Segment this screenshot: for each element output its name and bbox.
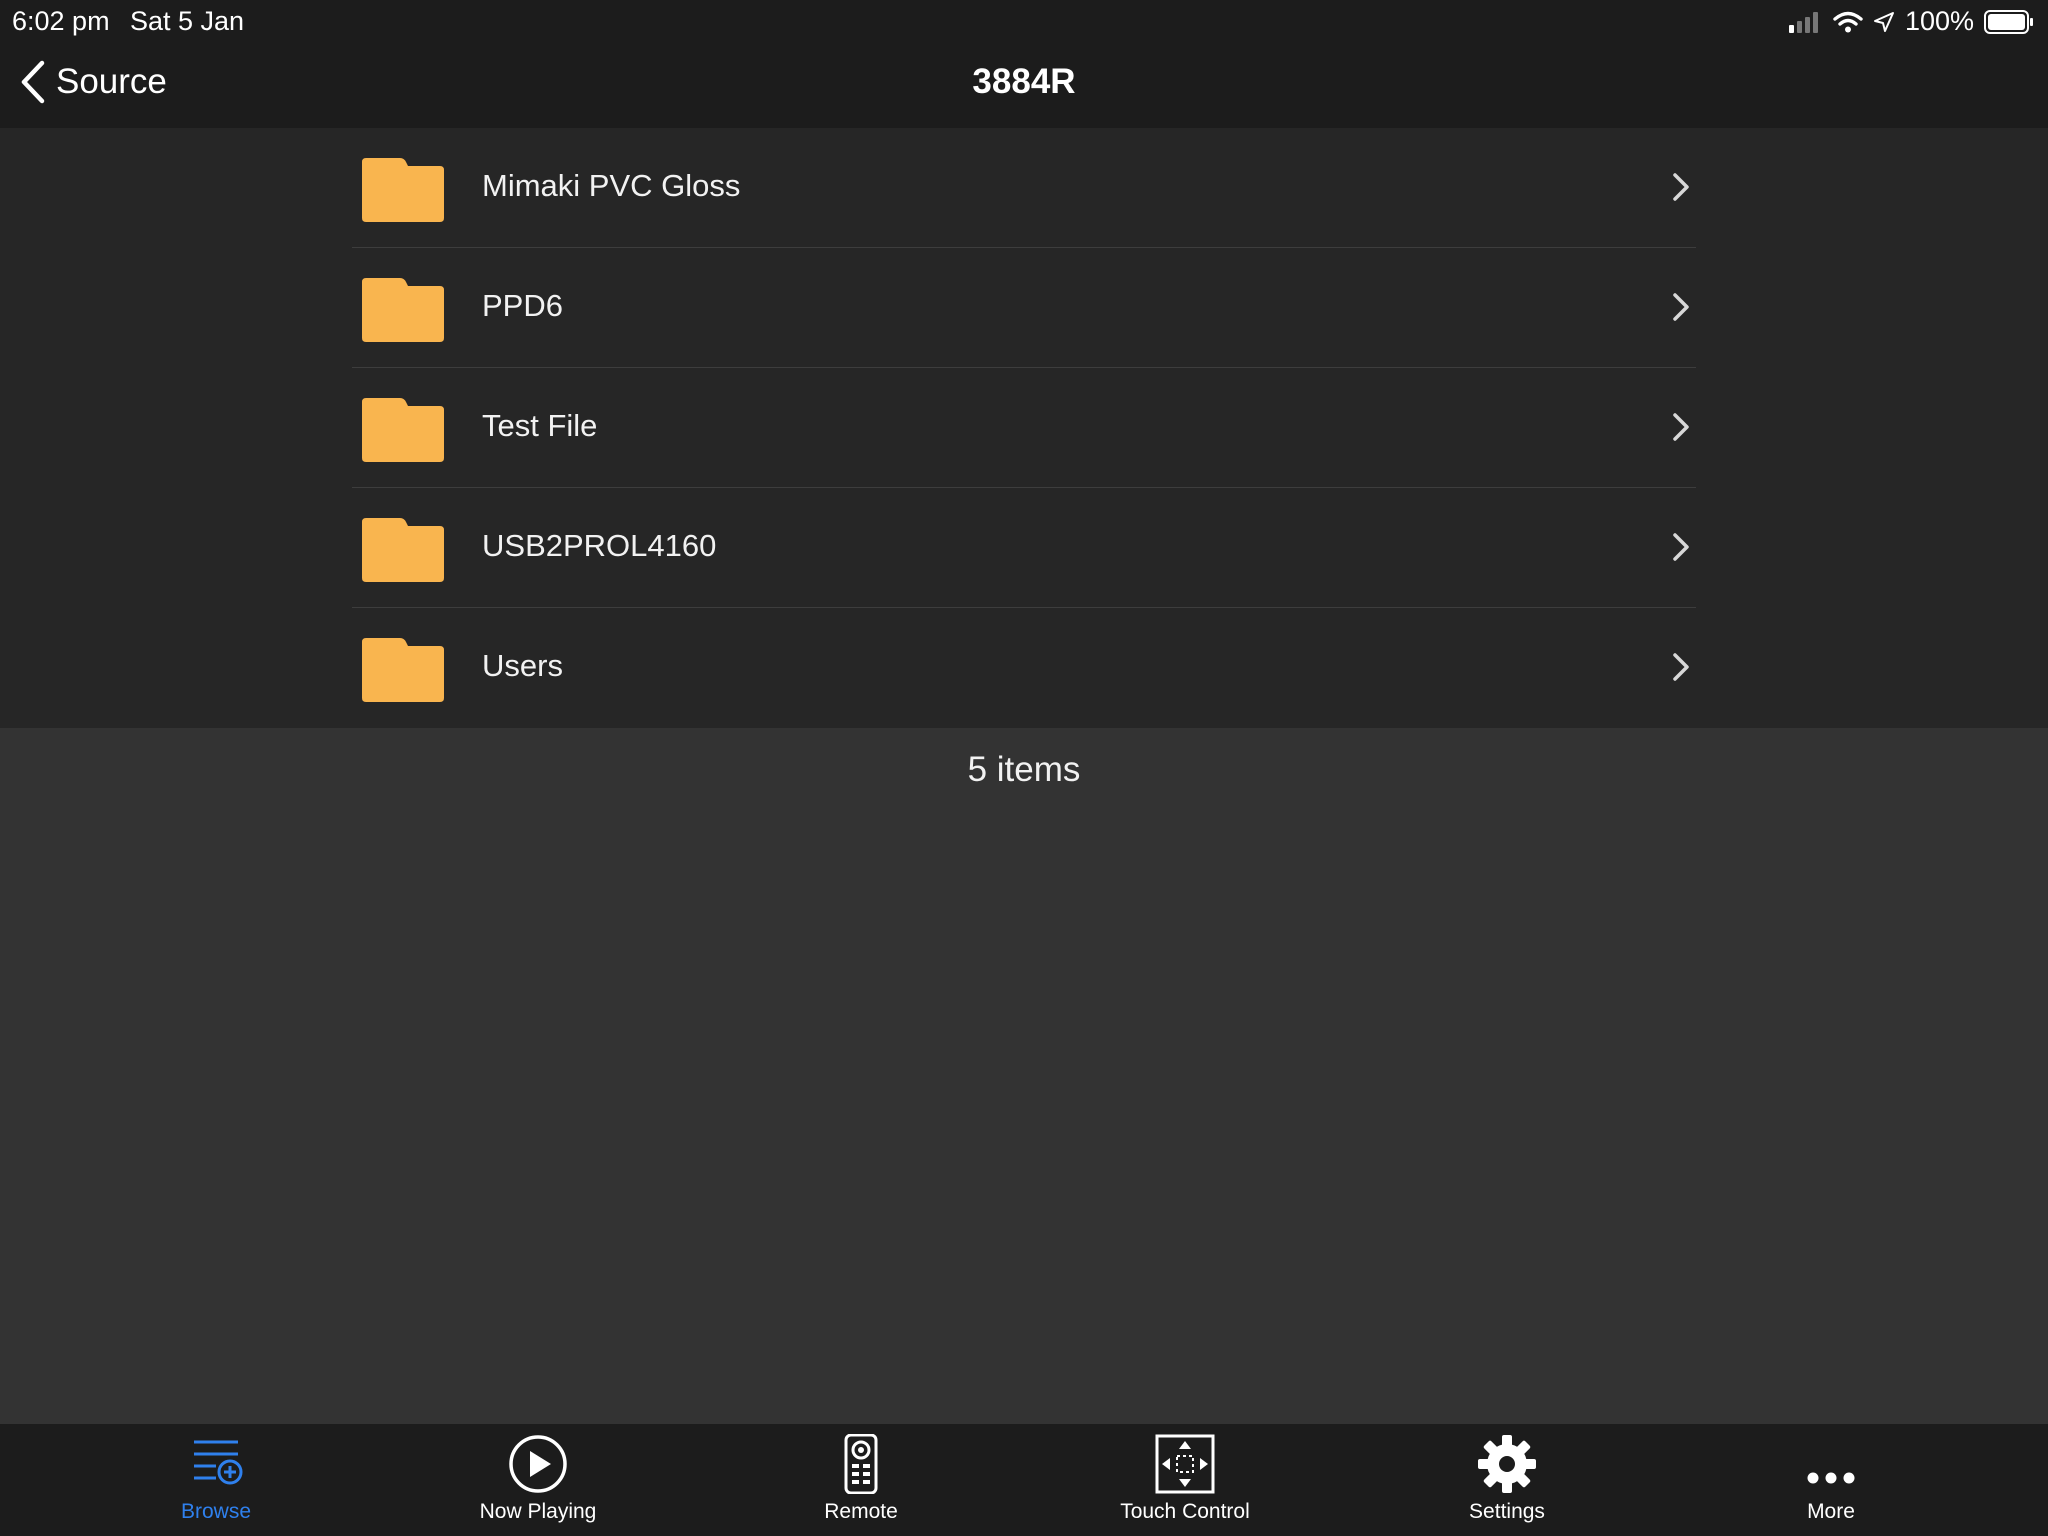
status-date: Sat 5 Jan <box>130 6 245 36</box>
folder-icon <box>362 398 444 462</box>
status-indicators: 100% <box>1788 6 2034 37</box>
chevron-right-icon <box>1673 413 1689 441</box>
cellular-signal-icon <box>1788 11 1818 33</box>
list-item[interactable]: Users <box>352 608 1696 728</box>
tab-label: More <box>1807 1500 1855 1523</box>
chevron-right-icon <box>1673 293 1689 321</box>
tab-label: Touch Control <box>1120 1500 1250 1523</box>
play-icon <box>509 1435 567 1493</box>
gear-icon <box>1478 1435 1536 1493</box>
more-icon <box>1807 1472 1855 1484</box>
tab-settings[interactable]: Settings <box>1397 1424 1617 1536</box>
tab-touch-control[interactable]: Touch Control <box>1075 1424 1295 1536</box>
list-item-label: Users <box>482 648 563 683</box>
tab-label: Browse <box>180 1500 252 1523</box>
status-bar: 6:02 pm Sat 5 Jan 100% <box>0 0 2048 42</box>
wifi-icon <box>1833 11 1863 32</box>
list-item[interactable]: Test File <box>352 368 1696 488</box>
list-item[interactable]: Mimaki PVC Gloss <box>352 128 1696 248</box>
list-item[interactable]: USB2PROL4160 <box>352 488 1696 608</box>
browse-icon <box>194 1440 243 1485</box>
folder-icon <box>362 278 444 342</box>
remote-icon <box>844 1434 878 1494</box>
tab-more[interactable]: More <box>1721 1424 1941 1536</box>
page-title: 3884R <box>972 62 1076 101</box>
folder-icon <box>362 638 444 702</box>
list-item[interactable]: PPD6 <box>352 248 1696 368</box>
chevron-right-icon <box>1673 173 1689 201</box>
folder-list: Mimaki PVC Gloss PPD6 Test File USB2PROL… <box>0 128 2048 728</box>
battery-icon <box>1984 9 2033 34</box>
touch-control-icon <box>1155 1434 1215 1494</box>
battery-percentage: 100% <box>1904 6 1974 36</box>
tab-label: Settings <box>1469 1500 1545 1523</box>
folder-icon <box>362 518 444 582</box>
tab-browse[interactable]: Browse <box>106 1424 326 1536</box>
tab-bar: Browse Now Playing Remote Touch Control … <box>0 1424 2048 1536</box>
tab-label: Remote <box>824 1500 898 1523</box>
list-item-label: PPD6 <box>482 288 563 323</box>
navigation-bar: Source 3884R <box>0 42 2048 128</box>
chevron-right-icon <box>1673 533 1689 561</box>
status-time: 6:02 pm <box>12 6 110 36</box>
folder-icon <box>362 158 444 222</box>
location-icon <box>1873 11 1894 32</box>
tab-label: Now Playing <box>479 1500 597 1523</box>
list-item-label: USB2PROL4160 <box>482 528 717 563</box>
list-item-label: Test File <box>482 408 598 443</box>
chevron-right-icon <box>1673 653 1689 681</box>
screen: 6:02 pm Sat 5 Jan 100% Source 3884R Mima… <box>0 0 2048 1536</box>
tab-remote[interactable]: Remote <box>751 1424 971 1536</box>
tab-now-playing[interactable]: Now Playing <box>428 1424 648 1536</box>
list-item-label: Mimaki PVC Gloss <box>482 168 741 203</box>
items-count: 5 items <box>967 750 1081 789</box>
